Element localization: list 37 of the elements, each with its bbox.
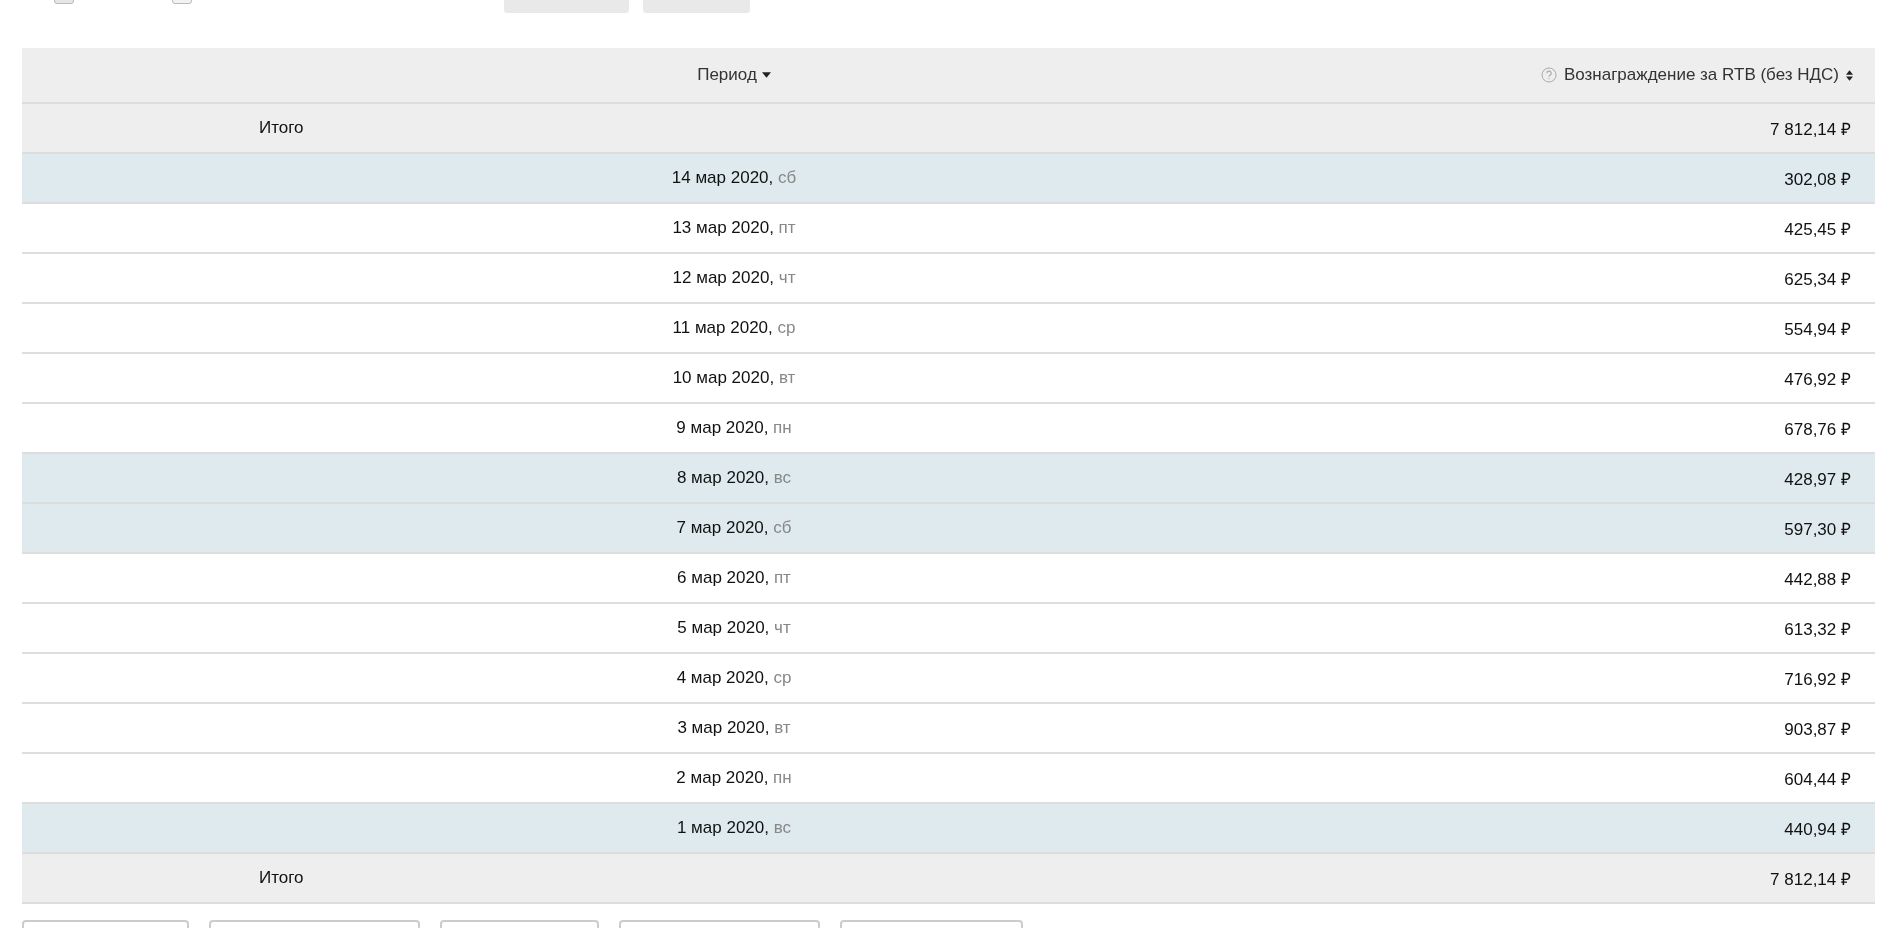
table-cell: 428,97 ₽ [1784, 469, 1851, 489]
table-cell: 7 812,14 ₽ [1770, 119, 1851, 139]
table-cell: 476,92 ₽ [1784, 369, 1851, 389]
table-cell: 8 мар 2020, вс [676, 468, 792, 487]
table-cell: 625,34 ₽ [1784, 269, 1851, 289]
table-cell: 302,08 ₽ [1784, 169, 1851, 189]
table-cell: 425,45 ₽ [1784, 219, 1851, 239]
sort-icon[interactable] [1846, 69, 1853, 81]
total-label: Итого [259, 118, 304, 137]
sort-down-icon[interactable] [761, 72, 771, 78]
table-cell: 440,94 ₽ [1784, 819, 1851, 839]
table-cell: 13 мар 2020, пт [672, 218, 796, 237]
table-cell: 613,32 ₽ [1784, 619, 1851, 639]
table-cell: 12 мар 2020, чт [672, 268, 796, 287]
column-header[interactable]: Период [697, 65, 757, 85]
table-cell: 1 мар 2020, вс [676, 818, 792, 837]
table-cell: 14 мар 2020, сб [671, 168, 797, 187]
table-cell: 597,30 ₽ [1784, 519, 1851, 539]
table-cell: 3 мар 2020, вт [677, 718, 791, 737]
column-header[interactable]: Вознаграждение за RTB (без НДС) [1563, 65, 1839, 85]
table-cell: 903,87 ₽ [1784, 719, 1851, 739]
table-cell: 604,44 ₽ [1784, 769, 1851, 789]
total-label: Итого [259, 868, 304, 887]
table-cell: 442,88 ₽ [1784, 569, 1851, 589]
table-cell: 5 мар 2020, чт [677, 618, 791, 637]
table-cell: 4 мар 2020, ср [676, 668, 792, 687]
table-cell: 11 мар 2020, ср [672, 318, 796, 337]
table-cell: 7 мар 2020, сб [676, 518, 792, 537]
help-icon[interactable] [1540, 67, 1557, 83]
table-cell: 554,94 ₽ [1784, 319, 1851, 339]
table-cell: 7 812,14 ₽ [1770, 869, 1851, 889]
table-cell: 716,92 ₽ [1784, 669, 1851, 689]
table-cell: 678,76 ₽ [1784, 419, 1851, 439]
table-cell: 2 мар 2020, пн [676, 768, 792, 787]
table-cell: 6 мар 2020, пт [677, 568, 791, 587]
table-cell: 10 мар 2020, вт [672, 368, 796, 387]
table-cell: 9 мар 2020, пн [676, 418, 792, 437]
